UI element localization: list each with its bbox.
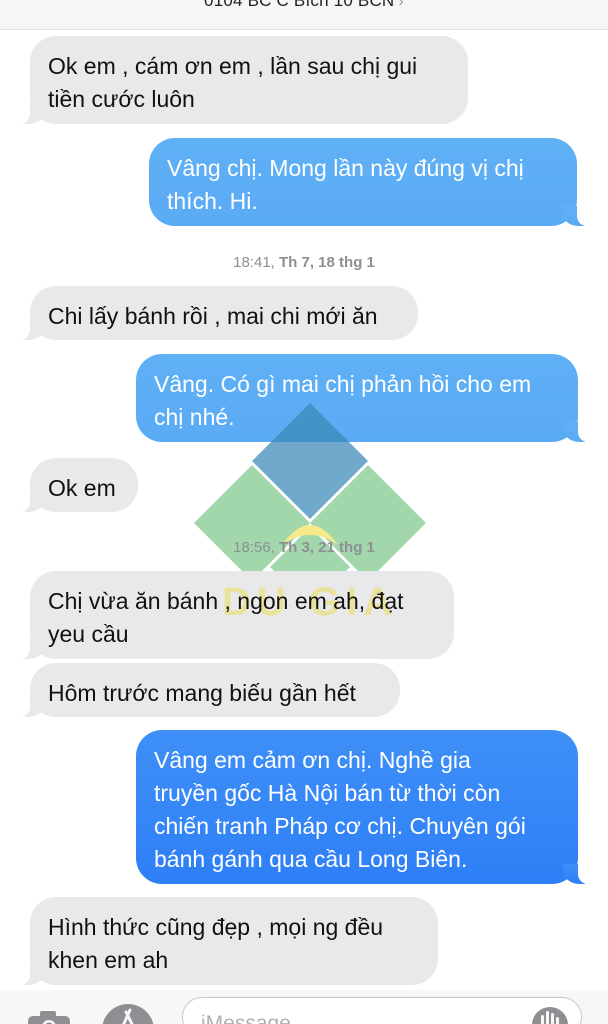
message-bubble-incoming[interactable]: Ok em , cám ơn em , lần sau chị gui tiền… (18, 36, 468, 124)
message-line: chiến tranh Pháp cơ chị. Chuyên gói (154, 813, 526, 839)
message-line: Hôm trước mang biếu gần hết (48, 680, 356, 706)
message-line: tiền cước luôn (48, 86, 195, 112)
message-line: bánh gánh qua cầu Long Biên. (154, 846, 468, 872)
message-bubble-incoming[interactable]: Chi lấy bánh rồi , mai chi mới ăn (18, 286, 418, 340)
logo-diamond-right (310, 465, 426, 581)
message-line: Hình thức cũng đẹp , mọi ng đều (48, 914, 384, 940)
conversation-header[interactable]: 0104 BC C Bích 10 BCN › (0, 0, 608, 30)
message-line: chị nhé. (154, 404, 235, 430)
timestamp: 18:41, Th 7, 18 thg 1 (233, 254, 375, 271)
message-line: truyền gốc Hà Nội bán từ thời còn (154, 780, 501, 806)
camera-icon[interactable] (26, 1010, 72, 1024)
message-bubble-outgoing[interactable]: Vâng chị. Mong lần này đúng vị chị thích… (149, 138, 589, 226)
message-bubble-outgoing[interactable]: Vâng. Có gì mai chị phản hồi cho em chị … (136, 354, 590, 442)
message-line: Vâng em cảm ơn chị. Nghề gia (154, 747, 471, 773)
timestamp: 18:56, Th 3, 21 thg 1 (233, 539, 375, 556)
app-store-icon[interactable] (100, 1000, 156, 1024)
message-bubble-incoming[interactable]: Hôm trước mang biếu gần hết (18, 663, 400, 717)
message-line: Chi lấy bánh rồi , mai chi mới ăn (48, 303, 378, 329)
message-line: khen em ah (48, 947, 169, 973)
message-line: Ok em (48, 475, 116, 501)
message-line: thích. Hi. (167, 188, 258, 214)
message-bubble-outgoing[interactable]: Vâng em cảm ơn chị. Nghề gia truyền gốc … (136, 730, 590, 884)
logo-diamond-left (194, 465, 310, 581)
imessage-input[interactable]: iMessage (182, 997, 582, 1024)
imessage-placeholder: iMessage (201, 1012, 291, 1024)
message-line: Vâng. Có gì mai chị phản hồi cho em (154, 371, 532, 397)
message-bubble-incoming[interactable]: Ok em (18, 458, 138, 512)
chevron-right-icon: › (398, 0, 404, 10)
message-bubble-incoming[interactable]: Chị vừa ăn bánh , ngon em ah, đạt yeu cầ… (18, 571, 454, 659)
message-line: Ok em , cám ơn em , lần sau chị gui (48, 53, 418, 79)
message-bubble-incoming[interactable]: Hình thức cũng đẹp , mọi ng đều khen em … (18, 897, 438, 985)
message-line: Chị vừa ăn bánh , ngon em ah, đạt (48, 588, 404, 614)
message-line: Vâng chị. Mong lần này đúng vị chị (167, 155, 524, 181)
audio-waveform-icon[interactable] (530, 1003, 570, 1024)
contact-name[interactable]: 0104 BC C Bích 10 BCN › (0, 0, 608, 11)
message-line: yeu cầu (48, 621, 129, 647)
